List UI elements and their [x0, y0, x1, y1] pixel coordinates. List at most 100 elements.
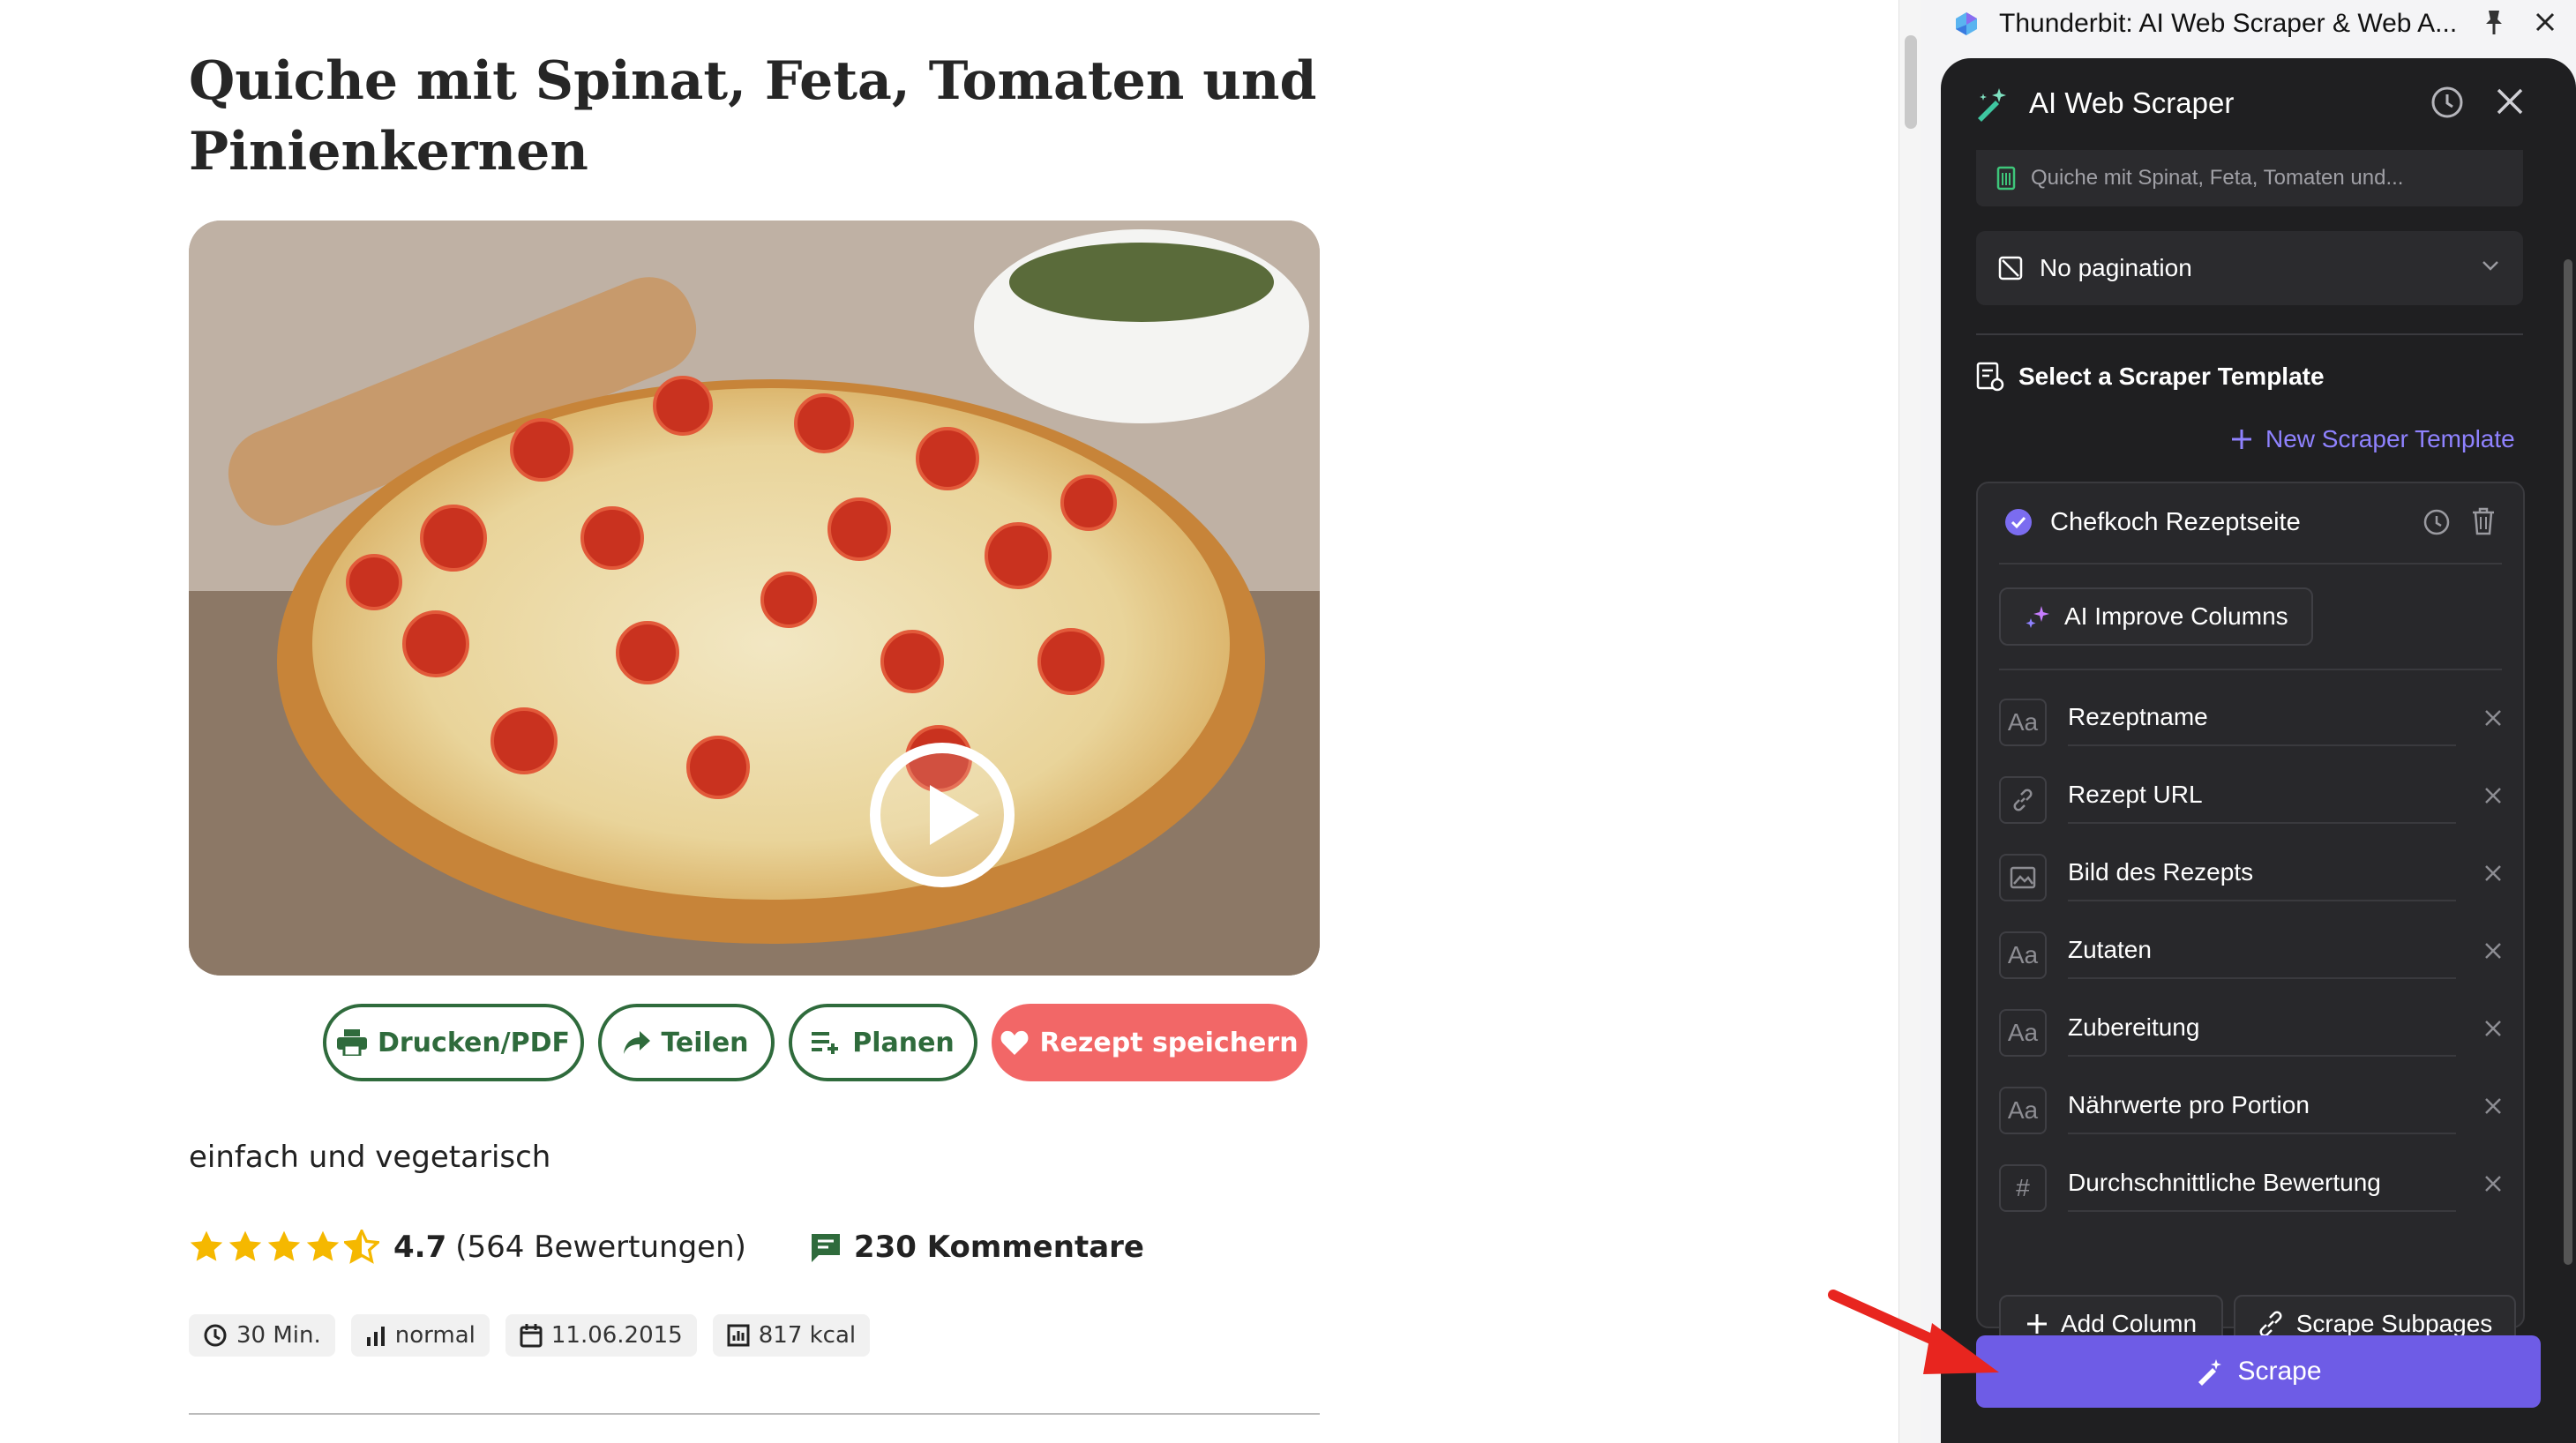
pagination-value: No pagination [2040, 254, 2192, 281]
heart-icon [1000, 1030, 1029, 1055]
calories-value: 817 kcal [758, 1322, 857, 1349]
extension-window-title: Thunderbit: AI Web Scraper & Web A... [1999, 9, 2458, 38]
template-section-header: Select a Scraper Template [1976, 362, 2325, 392]
column-name-input[interactable]: Nährwerte pro Portion [2068, 1080, 2456, 1134]
template-divider [1999, 563, 2502, 564]
trash-icon[interactable] [2470, 506, 2497, 536]
template-section-title: Select a Scraper Template [2018, 363, 2325, 390]
star-half-icon [344, 1230, 379, 1264]
new-template-button[interactable]: New Scraper Template [2230, 425, 2515, 453]
scraper-panel: AI Web Scraper Quiche mit Spinat, Feta, … [1941, 58, 2576, 1443]
column-row-bild[interactable]: Bild des Rezepts [1999, 847, 2512, 905]
column-row-zutaten[interactable]: Aa Zutaten [1999, 924, 2512, 983]
thunderbit-logo-icon [1956, 12, 1977, 35]
time-value: 30 Min. [236, 1322, 321, 1349]
comments-count: 230 Kommentare [853, 1230, 1144, 1265]
image-type-icon[interactable] [1999, 854, 2047, 901]
template-list-icon [1976, 362, 2004, 392]
panel-header: AI Web Scraper [1941, 58, 2576, 150]
print-pdf-label: Drucken/PDF [377, 1027, 571, 1058]
check-circle-icon [2005, 509, 2032, 535]
star-full-icon [306, 1230, 340, 1261]
share-button[interactable]: Teilen [598, 1004, 775, 1081]
columns-divider [1999, 669, 2502, 670]
link-type-icon[interactable] [1999, 776, 2047, 824]
column-name-input[interactable]: Zutaten [2068, 924, 2456, 979]
clock-icon [204, 1324, 227, 1347]
plus-icon [2232, 430, 2251, 449]
play-video-button[interactable] [870, 743, 1015, 887]
scrape-button[interactable]: Scrape [1976, 1335, 2541, 1408]
subpage-link-icon [2259, 1311, 2282, 1337]
playlist-add-icon [812, 1032, 839, 1054]
calendar-icon [520, 1324, 543, 1348]
text-type-icon[interactable]: Aa [1999, 1087, 2047, 1134]
current-page-text: Quiche mit Spinat, Feta, Tomaten und... [2031, 166, 2404, 190]
ai-improve-label: AI Improve Columns [2064, 602, 2288, 630]
share-arrow-icon [624, 1031, 651, 1054]
column-name-input[interactable]: Bild des Rezepts [2068, 847, 2456, 901]
remove-column-icon[interactable] [2482, 785, 2504, 806]
comments-link[interactable]: 230 Kommentare [810, 1230, 1144, 1265]
rating-count[interactable]: (564 Bewertungen) [455, 1230, 746, 1265]
page-scrollbar[interactable] [1898, 0, 1921, 1443]
pin-icon[interactable] [2482, 9, 2505, 35]
star-full-icon [267, 1230, 301, 1261]
column-row-naehrwerte[interactable]: Aa Nährwerte pro Portion [1999, 1080, 2512, 1138]
share-label: Teilen [661, 1027, 749, 1058]
page-icon [1996, 166, 2016, 191]
print-pdf-button[interactable]: Drucken/PDF [323, 1004, 584, 1081]
template-card-header[interactable]: Chefkoch Rezeptseite [1978, 483, 2523, 561]
number-type-icon[interactable]: # [1999, 1164, 2047, 1212]
ai-improve-columns-button[interactable]: AI Improve Columns [1999, 587, 2313, 646]
column-row-rezept-url[interactable]: Rezept URL [1999, 769, 2512, 827]
remove-column-icon[interactable] [2482, 940, 2504, 961]
column-name-input[interactable]: Rezeptname [2068, 692, 2456, 746]
template-name: Chefkoch Rezeptseite [2050, 508, 2301, 536]
difficulty-bars-icon [366, 1327, 385, 1346]
column-row-bewertung[interactable]: # Durchschnittliche Bewertung [1999, 1157, 2512, 1215]
current-page-field: Quiche mit Spinat, Feta, Tomaten und... [1976, 150, 2523, 206]
remove-column-icon[interactable] [2482, 707, 2504, 729]
text-type-icon[interactable]: Aa [1999, 699, 2047, 746]
history-icon[interactable] [2430, 85, 2465, 120]
close-side-panel-icon[interactable] [2534, 11, 2557, 34]
new-template-label: New Scraper Template [2265, 425, 2515, 452]
sparkle-icon [2026, 606, 2049, 628]
annotation-arrow [1828, 1290, 1999, 1374]
plus-icon [2026, 1314, 2047, 1334]
template-history-icon[interactable] [2422, 508, 2451, 536]
plan-label: Planen [852, 1027, 955, 1058]
recipe-title: Quiche mit Spinat, Feta, Tomaten und Pin… [189, 50, 1317, 183]
text-type-icon[interactable]: Aa [1999, 1009, 2047, 1057]
remove-column-icon[interactable] [2482, 1095, 2504, 1117]
column-name-input[interactable]: Durchschnittliche Bewertung [2068, 1157, 2456, 1212]
star-full-icon [228, 1230, 262, 1261]
column-name-input[interactable]: Zubereitung [2068, 1002, 2456, 1057]
close-icon[interactable] [2495, 86, 2525, 116]
remove-column-icon[interactable] [2482, 1018, 2504, 1039]
page-scrollbar-thumb[interactable] [1905, 35, 1917, 129]
content-divider [189, 1413, 1320, 1415]
link-icon [2013, 789, 2033, 811]
column-row-zubereitung[interactable]: Aa Zubereitung [1999, 1002, 2512, 1060]
star-full-icon [190, 1230, 223, 1261]
plan-button[interactable]: Planen [789, 1004, 977, 1081]
play-icon [930, 785, 979, 845]
column-name-input[interactable]: Rezept URL [2068, 769, 2456, 824]
remove-column-icon[interactable] [2482, 863, 2504, 884]
add-column-label: Add Column [2060, 1310, 2198, 1337]
recipe-video-player[interactable] [189, 221, 1320, 976]
rating-value: 4.7 [393, 1230, 447, 1265]
column-row-rezeptname[interactable]: Aa Rezeptname [1999, 692, 2512, 750]
panel-scrollbar[interactable] [2564, 259, 2572, 1265]
remove-column-icon[interactable] [2482, 1173, 2504, 1194]
recipe-page: Quiche mit Spinat, Feta, Tomaten und Pin… [0, 0, 1895, 1443]
magic-wand-icon [2198, 1359, 2222, 1386]
date-value: 11.06.2015 [550, 1322, 683, 1349]
rating-stars[interactable] [189, 1230, 379, 1265]
difficulty-chip: normal [350, 1314, 490, 1357]
save-recipe-button[interactable]: Rezept speichern [992, 1004, 1307, 1081]
text-type-icon[interactable]: Aa [1999, 931, 2047, 979]
pagination-select[interactable]: No pagination [1976, 231, 2523, 305]
